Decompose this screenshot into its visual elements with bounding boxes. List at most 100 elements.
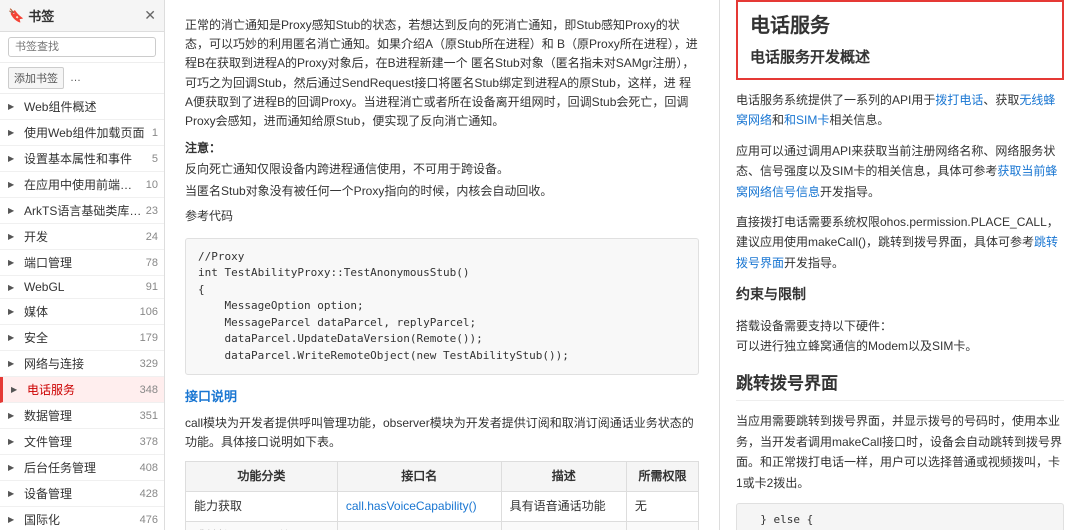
sidebar-item-icon-security: ▶ bbox=[8, 333, 20, 342]
jump-dial-title: 跳转拨号界面 bbox=[736, 370, 1064, 401]
sidebar-item-icon-data-mgmt: ▶ bbox=[8, 411, 20, 420]
sidebar-item-arkts-overview[interactable]: ▶ ArkTS语言基础类库概述 23 bbox=[0, 198, 164, 224]
sidebar-item-telephone[interactable]: ▶电话服务348 bbox=[0, 377, 164, 403]
sidebar-item-count-telephone: 348 bbox=[140, 384, 158, 396]
sidebar-item-label-web-components: Web组件概述 bbox=[24, 98, 154, 115]
intro1-and: 和 bbox=[772, 113, 784, 127]
sidebar-item-dev[interactable]: ▶ 开发 24 bbox=[0, 224, 164, 250]
sidebar-item-count-security: 179 bbox=[140, 332, 158, 344]
right-intro3-section: 直接拨打电话需要系统权限ohos.permission.PLACE_CALL，建… bbox=[736, 212, 1064, 273]
table-row: 能力获取call.hasVoiceCapability()具有语音通话功能无 bbox=[186, 491, 699, 521]
intro1-mid: 、获取 bbox=[983, 93, 1019, 107]
sidebar-item-count-arkts-overview: 23 bbox=[146, 205, 158, 217]
sidebar-item-network[interactable]: ▶网络与连接329 bbox=[0, 351, 164, 377]
table-cell-perm: 无 bbox=[626, 491, 698, 521]
sidebar-item-count-i18n: 476 bbox=[140, 514, 158, 526]
table-row: 跳转拨号界面，并显示call.makeCall()无 bbox=[186, 521, 699, 530]
sidebar-item-use-js-page[interactable]: ▶ 在应用中使用前端页面JavaSc ript 10 bbox=[0, 172, 164, 198]
sidebar-item-webgl[interactable]: ▶WebGL91 bbox=[0, 276, 164, 299]
content-left: 正常的消亡通知是Proxy感知Stub的状态，若想达到反向的死消亡通知，即Stu… bbox=[165, 0, 720, 530]
sidebar-item-use-web-components[interactable]: ▶ 使用Web组件加载页面 1 bbox=[0, 120, 164, 146]
intro1-link3[interactable]: 和SIM卡 bbox=[784, 113, 829, 127]
sidebar-item-label-use-web-components: 使用Web组件加载页面 bbox=[24, 124, 148, 141]
sidebar-item-label-file-mgmt: 文件管理 bbox=[24, 433, 136, 450]
constraint-title: 约束与限制 bbox=[736, 283, 1064, 305]
table-cell-api: call.makeCall() bbox=[337, 521, 501, 530]
intro1-link1[interactable]: 拨打电话 bbox=[935, 93, 983, 107]
right-hero-subtitle: 电话服务开发概述 bbox=[750, 46, 1050, 70]
sidebar-item-label-i18n: 国际化 bbox=[24, 511, 136, 528]
ref-code-label: 参考代码 bbox=[185, 207, 699, 226]
sidebar-item-icon-basic-components: ▶ bbox=[8, 154, 20, 163]
sidebar-item-device-mgmt[interactable]: ▶设备管理428 bbox=[0, 481, 164, 507]
sidebar-item-file-mgmt[interactable]: ▶文件管理378 bbox=[0, 429, 164, 455]
sidebar-item-data-mgmt[interactable]: ▶数据管理351 bbox=[0, 403, 164, 429]
bookmark-icon: 🔖 bbox=[8, 8, 24, 24]
sidebar-item-count-use-web-components: 1 bbox=[152, 127, 158, 139]
sidebar-item-label-media: 媒体 bbox=[24, 303, 136, 320]
table-api-link[interactable]: call.hasVoiceCapability() bbox=[346, 499, 477, 513]
sidebar-item-icon-arkts-overview: ▶ bbox=[8, 206, 20, 215]
intro1-text: 电话服务系统提供了一系列的API用于 bbox=[736, 93, 935, 107]
sidebar-item-basic-components[interactable]: ▶ 设置基本属性和事件 5 bbox=[0, 146, 164, 172]
intro1-end: 相关信息。 bbox=[829, 113, 889, 127]
jump-dial-section: 当应用需要跳转到拨号界面，并显示拨号的号码时，使用本业务，当开发者调用makeC… bbox=[736, 411, 1064, 493]
sidebar-header: 🔖 书签 ✕ bbox=[0, 0, 164, 32]
sidebar-item-label-telephone: 电话服务 bbox=[27, 381, 136, 398]
sidebar-item-count-data-mgmt: 351 bbox=[140, 410, 158, 422]
sidebar-item-web-components[interactable]: ▶ Web组件概述 bbox=[0, 94, 164, 120]
right-intro2-section: 应用可以通过调用API来获取当前注册网络名称、网络服务状态、信号强度以及SIM卡… bbox=[736, 141, 1064, 202]
add-bookmark-button[interactable]: 添加书签 bbox=[8, 67, 64, 89]
intro2-end: 开发指导。 bbox=[820, 185, 880, 199]
right-hero-title: 电话服务 bbox=[750, 10, 1050, 42]
sidebar-item-icon-web-components: ▶ bbox=[8, 102, 20, 111]
sidebar-item-count-use-js-page: 10 bbox=[146, 179, 158, 191]
stub-intro: 正常的消亡通知是Proxy感知Stub的状态，若想达到反向的死消亡通知，即Stu… bbox=[185, 16, 699, 131]
sidebar-item-count-file-mgmt: 378 bbox=[140, 436, 158, 448]
sidebar-search-input[interactable] bbox=[8, 37, 156, 57]
sidebar-item-security[interactable]: ▶ 安全 179 bbox=[0, 325, 164, 351]
note-text2: 当匿名Stub对象没有被任何一个Proxy指向的时候，内核会自动回收。 bbox=[185, 182, 699, 201]
main-content: 正常的消亡通知是Proxy感知Stub的状态，若想达到反向的死消亡通知，即Stu… bbox=[165, 0, 1080, 530]
sidebar-item-count-port-mgmt: 78 bbox=[146, 257, 158, 269]
sidebar-item-icon-webgl: ▶ bbox=[8, 283, 20, 292]
sidebar-item-count-network: 329 bbox=[140, 358, 158, 370]
sidebar-item-label-network: 网络与连接 bbox=[24, 355, 136, 372]
sidebar: 🔖 书签 ✕ 添加书签 … ▶ Web组件概述 ▶ 使用Web组件加载页面 1 ▶ 设置基本… bbox=[0, 0, 165, 530]
sidebar-title-bar: 🔖 书签 bbox=[8, 6, 54, 25]
code-block-right: } else { console.log("make call fail, er… bbox=[736, 503, 1064, 530]
table-cell-category: 能力获取 bbox=[186, 491, 338, 521]
sidebar-item-label-dev: 开发 bbox=[24, 228, 142, 245]
more-button[interactable]: … bbox=[70, 72, 81, 84]
sidebar-item-label-basic-components: 设置基本属性和事件 bbox=[24, 150, 148, 167]
table-header-category: 功能分类 bbox=[186, 461, 338, 491]
sidebar-item-port-mgmt[interactable]: ▶端口管理78 bbox=[0, 250, 164, 276]
note-label: 注意： bbox=[185, 139, 699, 158]
sidebar-item-icon-port-mgmt: ▶ bbox=[8, 258, 20, 267]
sidebar-item-label-use-js-page: 在应用中使用前端页面JavaSc ript bbox=[24, 176, 142, 193]
sidebar-close-button[interactable]: ✕ bbox=[144, 7, 156, 24]
sidebar-item-icon-use-js-page: ▶ bbox=[8, 180, 20, 189]
note-text: 反向死亡通知仅限设备内跨进程通信使用，不可用于跨设备。 bbox=[185, 160, 699, 179]
sidebar-item-label-arkts-overview: ArkTS语言基础类库概述 bbox=[24, 202, 142, 219]
sidebar-item-media[interactable]: ▶媒体106 bbox=[0, 299, 164, 325]
sidebar-item-bg-task[interactable]: ▶后台任务管理408 bbox=[0, 455, 164, 481]
sidebar-title: 书签 bbox=[28, 6, 54, 25]
sidebar-item-label-webgl: WebGL bbox=[24, 280, 142, 294]
code-block: //Proxy int TestAbilityProxy::TestAnonym… bbox=[185, 238, 699, 376]
sidebar-item-icon-dev: ▶ bbox=[8, 232, 20, 241]
table-header-api: 接口名 bbox=[337, 461, 501, 491]
sidebar-item-count-dev: 24 bbox=[146, 231, 158, 243]
table-cell-desc bbox=[501, 521, 626, 530]
constraint-section: 搭载设备需要支持以下硬件： 可以进行独立蜂窝通信的Modem以及SIM卡。 bbox=[736, 316, 1064, 357]
sidebar-item-label-security: 安全 bbox=[24, 329, 136, 346]
table-header-perm: 所需权限 bbox=[626, 461, 698, 491]
sidebar-item-count-bg-task: 408 bbox=[140, 462, 158, 474]
api-table: 功能分类 接口名 描述 所需权限 能力获取call.hasVoiceCapabi… bbox=[185, 461, 699, 530]
sidebar-item-label-device-mgmt: 设备管理 bbox=[24, 485, 136, 502]
sidebar-item-icon-use-web-components: ▶ bbox=[8, 128, 20, 137]
constraint-text: 搭载设备需要支持以下硬件： bbox=[736, 319, 892, 333]
sidebar-item-count-device-mgmt: 428 bbox=[140, 488, 158, 500]
sidebar-item-i18n[interactable]: ▶国际化476 bbox=[0, 507, 164, 530]
sidebar-item-count-basic-components: 5 bbox=[152, 153, 158, 165]
